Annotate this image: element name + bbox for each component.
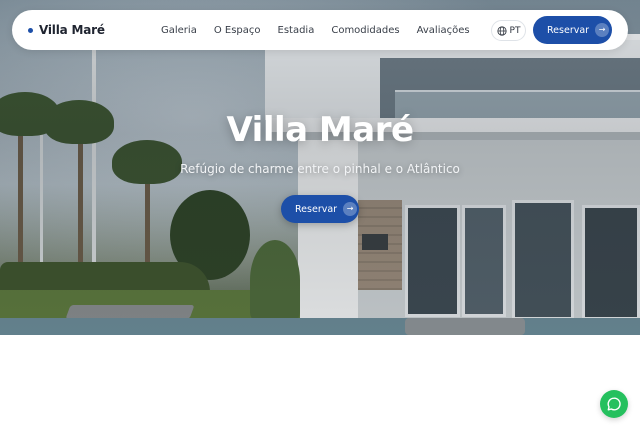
language-code: PT <box>509 25 521 36</box>
brand-dot-icon <box>28 27 33 33</box>
nav-link-avaliacoes[interactable]: Avaliações <box>417 25 470 36</box>
hero-subtitle: Refúgio de charme entre o pinhal e o Atl… <box>180 162 460 176</box>
hero-reserve-label: Reservar <box>295 203 338 215</box>
nav-links: Galeria O Espaço Estadia Comodidades Ava… <box>161 10 487 50</box>
arrow-right-icon: → <box>595 23 610 37</box>
nav-reserve-label: Reservar <box>547 24 590 36</box>
hero-title: Villa Maré <box>226 110 414 150</box>
content-section <box>0 335 640 430</box>
brand-logo[interactable]: Villa Maré <box>28 10 105 50</box>
nav-link-estadia[interactable]: Estadia <box>278 25 315 36</box>
language-selector[interactable]: PT <box>491 20 526 41</box>
nav-link-comodidades[interactable]: Comodidades <box>331 25 399 36</box>
hero-reserve-button[interactable]: Reservar → <box>281 195 359 223</box>
globe-icon <box>496 25 507 36</box>
chat-bubble-icon <box>607 397 621 411</box>
nav-link-o-espaco[interactable]: O Espaço <box>214 25 261 36</box>
chat-button[interactable] <box>600 390 628 418</box>
nav-reserve-button[interactable]: Reservar → <box>533 16 612 44</box>
top-navbar: Villa Maré Galeria O Espaço Estadia Como… <box>12 10 628 50</box>
nav-link-galeria[interactable]: Galeria <box>161 25 197 36</box>
brand-name: Villa Maré <box>39 23 105 37</box>
arrow-right-icon: → <box>343 202 358 216</box>
